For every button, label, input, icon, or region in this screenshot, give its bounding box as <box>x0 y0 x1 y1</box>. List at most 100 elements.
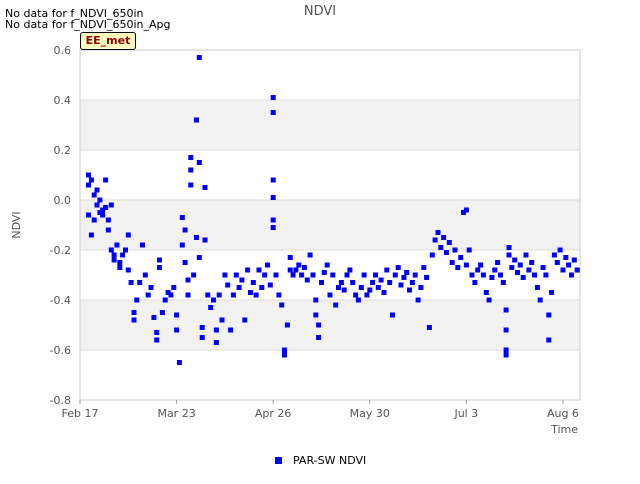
data-point <box>188 167 194 173</box>
data-point <box>179 242 185 248</box>
data-point <box>125 267 131 273</box>
data-point <box>105 227 111 233</box>
data-point <box>537 297 543 303</box>
data-point <box>543 272 549 278</box>
data-point <box>520 275 526 280</box>
data-point <box>250 280 256 285</box>
data-point <box>222 272 228 278</box>
data-point <box>199 325 205 330</box>
data-point <box>91 192 97 198</box>
data-point <box>441 235 447 240</box>
data-point <box>407 287 412 293</box>
y-tick-label: 0.0 <box>54 194 72 207</box>
y-axis-label: NDVI <box>10 211 23 238</box>
data-point <box>154 337 160 343</box>
data-point <box>188 155 194 160</box>
data-point <box>381 290 387 295</box>
data-point <box>111 257 117 263</box>
data-point <box>248 290 253 295</box>
data-point <box>157 257 162 263</box>
data-point <box>480 272 486 278</box>
data-point <box>455 265 461 270</box>
data-point <box>108 247 114 253</box>
data-point <box>483 290 489 295</box>
data-point <box>478 262 484 268</box>
data-point <box>353 292 359 298</box>
data-point <box>350 280 356 285</box>
data-point <box>287 267 293 273</box>
y-tick-label: -0.8 <box>50 394 71 407</box>
data-point <box>338 280 344 285</box>
data-point <box>418 285 424 290</box>
data-point <box>432 237 438 243</box>
data-point <box>503 327 509 333</box>
x-tick-label: Apr 26 <box>255 407 292 420</box>
data-point <box>213 327 219 333</box>
data-point <box>108 202 114 208</box>
missing-data-note-2: No data for f_NDVI_650in_Apg <box>5 18 171 31</box>
data-point <box>270 195 276 200</box>
data-point <box>270 225 276 230</box>
data-point <box>194 117 199 123</box>
data-point <box>330 272 336 278</box>
data-point <box>472 280 478 285</box>
data-point <box>287 255 293 260</box>
x-tick-label: Feb 17 <box>62 407 99 420</box>
data-point <box>94 187 100 193</box>
data-point <box>270 217 276 223</box>
data-point <box>466 247 472 253</box>
legend-marker[interactable] <box>275 457 282 464</box>
data-point <box>219 317 225 323</box>
x-axis-label: Time <box>550 423 578 436</box>
data-point <box>196 55 202 60</box>
data-point <box>114 242 120 248</box>
data-point <box>316 322 322 328</box>
data-point <box>551 252 557 258</box>
data-point <box>392 272 398 278</box>
data-point <box>463 207 469 213</box>
data-point <box>310 272 316 278</box>
data-point <box>168 292 174 298</box>
data-point <box>304 277 310 283</box>
data-point <box>509 265 515 270</box>
data-point <box>157 265 162 270</box>
data-point <box>213 340 219 345</box>
data-point <box>367 287 373 293</box>
data-point <box>159 310 165 315</box>
data-point <box>125 232 131 238</box>
data-point <box>421 265 427 270</box>
data-point <box>230 292 236 298</box>
data-point <box>387 280 393 285</box>
data-point <box>435 230 441 235</box>
data-point <box>546 337 552 343</box>
data-point <box>191 272 197 278</box>
data-point <box>506 252 512 258</box>
data-point <box>265 262 270 268</box>
data-point <box>500 280 506 285</box>
data-point <box>546 312 552 318</box>
data-point <box>319 280 324 285</box>
data-point <box>259 285 265 290</box>
data-point <box>503 307 509 313</box>
data-point <box>503 347 509 353</box>
plot-svg: 0.6 0.4 0.2 0.0 -0.2 -0.4 -0.6 -0.8Feb 17 Mar 23… <box>10 4 581 467</box>
y-tick-label: -0.2 <box>50 244 71 257</box>
data-point <box>566 262 572 268</box>
data-point <box>131 310 137 315</box>
data-point <box>202 185 208 190</box>
data-point <box>523 252 529 258</box>
data-point <box>296 262 302 268</box>
data-point <box>316 335 322 340</box>
station-badge[interactable]: EE_met <box>80 32 136 50</box>
data-point <box>426 325 432 330</box>
data-point <box>267 282 273 288</box>
data-point <box>185 277 191 283</box>
data-point <box>373 272 378 278</box>
data-point <box>512 257 518 263</box>
data-point <box>446 240 452 245</box>
data-point <box>199 335 205 340</box>
y-tick-label: 0.2 <box>54 144 72 157</box>
data-point <box>140 242 145 248</box>
data-point <box>211 297 216 303</box>
data-point <box>162 297 168 303</box>
